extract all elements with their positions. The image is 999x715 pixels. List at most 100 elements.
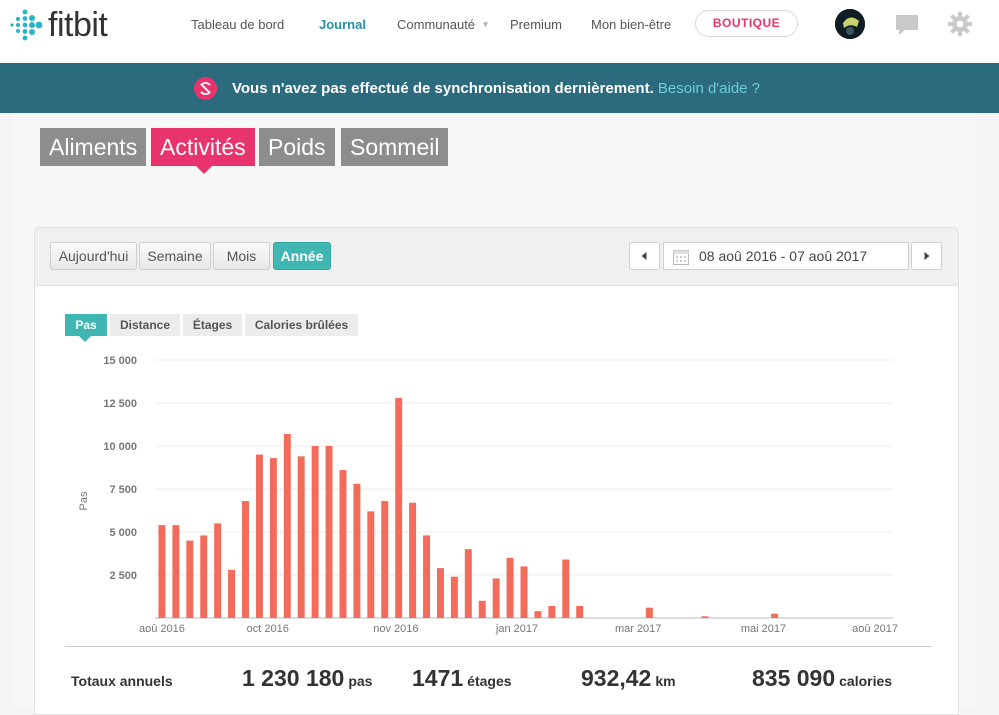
total-distance: 932,42 km [581, 665, 676, 692]
total-floors-value: 1471 [412, 665, 464, 691]
chart-bar[interactable] [297, 456, 305, 618]
chart-bar[interactable] [200, 535, 208, 618]
chat-icon[interactable] [894, 12, 920, 38]
metric-tab-floors[interactable]: Étages [183, 314, 242, 336]
y-tick-label: 15 000 [103, 355, 137, 367]
chart-bar[interactable] [395, 397, 403, 618]
chart-bar[interactable] [576, 605, 584, 618]
chart-bar[interactable] [423, 535, 431, 618]
metric-tab-steps[interactable]: Pas [65, 314, 107, 342]
chart-bar[interactable] [186, 540, 194, 618]
dropdown-caret-icon: ▼ [481, 20, 490, 29]
range-today-button[interactable]: Aujourd'hui [50, 242, 137, 270]
gear-icon[interactable] [947, 11, 973, 37]
chart-bar[interactable] [381, 501, 389, 618]
chart-bar[interactable] [562, 559, 570, 618]
shop-button[interactable]: BOUTIQUE [695, 10, 798, 37]
x-tick-label: mai 2017 [741, 623, 786, 635]
chart-bar[interactable] [311, 446, 319, 618]
chart-bar[interactable] [339, 470, 347, 618]
chart-bar[interactable] [771, 613, 779, 618]
chart-bar[interactable] [409, 502, 417, 618]
y-tick-label: 5 000 [109, 527, 137, 539]
chart-bar[interactable] [283, 433, 291, 618]
sync-warning-icon [194, 77, 217, 100]
activity-chart-card: Pas Distance Étages Calories brûlées 2 5… [34, 285, 959, 715]
sync-warning-banner: Vous n'avez pas effectué de synchronisat… [0, 63, 999, 126]
previous-period-button[interactable] [629, 242, 660, 270]
y-tick-label: 10 000 [103, 441, 137, 453]
chart-bar[interactable] [436, 568, 444, 618]
chart-bar[interactable] [506, 557, 514, 618]
nav-community-label: Communauté [397, 17, 476, 32]
chart-bar[interactable] [172, 525, 180, 618]
chart-bar[interactable] [353, 483, 361, 618]
total-floors: 1471 étages [412, 665, 512, 692]
chart-bar[interactable] [269, 458, 277, 618]
next-period-button[interactable] [911, 242, 942, 270]
avatar[interactable] [835, 9, 865, 39]
chart-bar[interactable] [367, 511, 375, 618]
total-calories-value: 835 090 [752, 665, 836, 691]
y-tick-label: 12 500 [103, 398, 137, 410]
total-steps: 1 230 180 pas [242, 665, 372, 692]
chart-bar[interactable] [492, 578, 500, 618]
chart-bar[interactable] [478, 600, 486, 618]
sync-warning-message: Vous n'avez pas effectué de synchronisat… [232, 80, 654, 97]
range-year-button[interactable]: Année [273, 242, 331, 270]
nav-wellness[interactable]: Mon bien-être [591, 17, 671, 32]
range-month-button[interactable]: Mois [213, 242, 270, 270]
tab-weight[interactable]: Poids [259, 128, 335, 166]
range-toolbar: Aujourd'hui Semaine Mois Année 08 aoû 20… [34, 227, 959, 285]
x-tick-label: aoû 2017 [852, 623, 898, 635]
total-distance-value: 932,42 [581, 665, 652, 691]
totals-label: Totaux annuels [71, 673, 173, 689]
chart-bar[interactable] [242, 501, 249, 618]
avatar-image [835, 9, 865, 39]
total-floors-unit: étages [467, 673, 512, 689]
sync-warning-text: Vous n'avez pas effectué de synchronisat… [232, 80, 760, 97]
x-tick-label: jan 2017 [495, 623, 538, 635]
y-tick-label: 2 500 [109, 570, 137, 582]
total-distance-unit: km [655, 673, 676, 689]
nav-community[interactable]: Communauté ▼ [397, 17, 490, 32]
chart-bar[interactable] [255, 454, 263, 618]
nav-premium[interactable]: Premium [510, 17, 562, 32]
chart-bar[interactable] [228, 569, 236, 618]
nav-dashboard[interactable]: Tableau de bord [191, 17, 284, 32]
tab-food[interactable]: Aliments [40, 128, 147, 166]
chart-bar[interactable] [450, 576, 458, 618]
tab-sleep[interactable]: Sommeil [341, 128, 449, 166]
nav-journal[interactable]: Journal [319, 17, 366, 32]
chart-bar[interactable] [548, 605, 556, 618]
chart-bar[interactable] [534, 611, 542, 618]
date-range-field[interactable]: 08 aoû 2016 - 07 aoû 2017 [663, 242, 909, 270]
range-week-button[interactable]: Semaine [139, 242, 211, 270]
y-tick-label: 7 500 [109, 484, 137, 496]
metric-tab-calories[interactable]: Calories brûlées [245, 314, 358, 336]
total-calories: 835 090 calories [752, 665, 892, 692]
chart-bar[interactable] [520, 566, 528, 618]
top-navigation: fitbit Tableau de bord Journal Communaut… [0, 0, 999, 63]
tab-activities[interactable]: Activités [151, 128, 255, 174]
x-tick-label: nov 2016 [373, 623, 418, 635]
chart-bar[interactable] [158, 525, 166, 618]
total-calories-unit: calories [839, 673, 893, 689]
x-tick-label: mar 2017 [615, 623, 661, 635]
chart-bar[interactable] [645, 607, 653, 618]
brand-name: fitbit [48, 6, 108, 44]
chart-bar[interactable] [701, 616, 709, 618]
chart-bar[interactable] [464, 549, 472, 618]
metric-tab-distance[interactable]: Distance [110, 314, 180, 336]
fitbit-logo[interactable]: fitbit [10, 6, 108, 44]
chart-bar[interactable] [214, 523, 222, 618]
x-tick-label: aoû 2016 [139, 623, 185, 635]
chevron-right-icon [924, 252, 930, 260]
calendar-icon [673, 250, 689, 265]
x-tick-label: oct 2016 [247, 623, 289, 635]
chart-bar[interactable] [325, 446, 333, 618]
help-link[interactable]: Besoin d'aide ? [658, 80, 760, 97]
fitbit-dots-icon [10, 9, 43, 41]
total-steps-value: 1 230 180 [242, 665, 345, 691]
steps-bar-chart: 2 500 5 000 7 500 10 000 12 500 15 000 aoû 20… [78, 355, 898, 635]
